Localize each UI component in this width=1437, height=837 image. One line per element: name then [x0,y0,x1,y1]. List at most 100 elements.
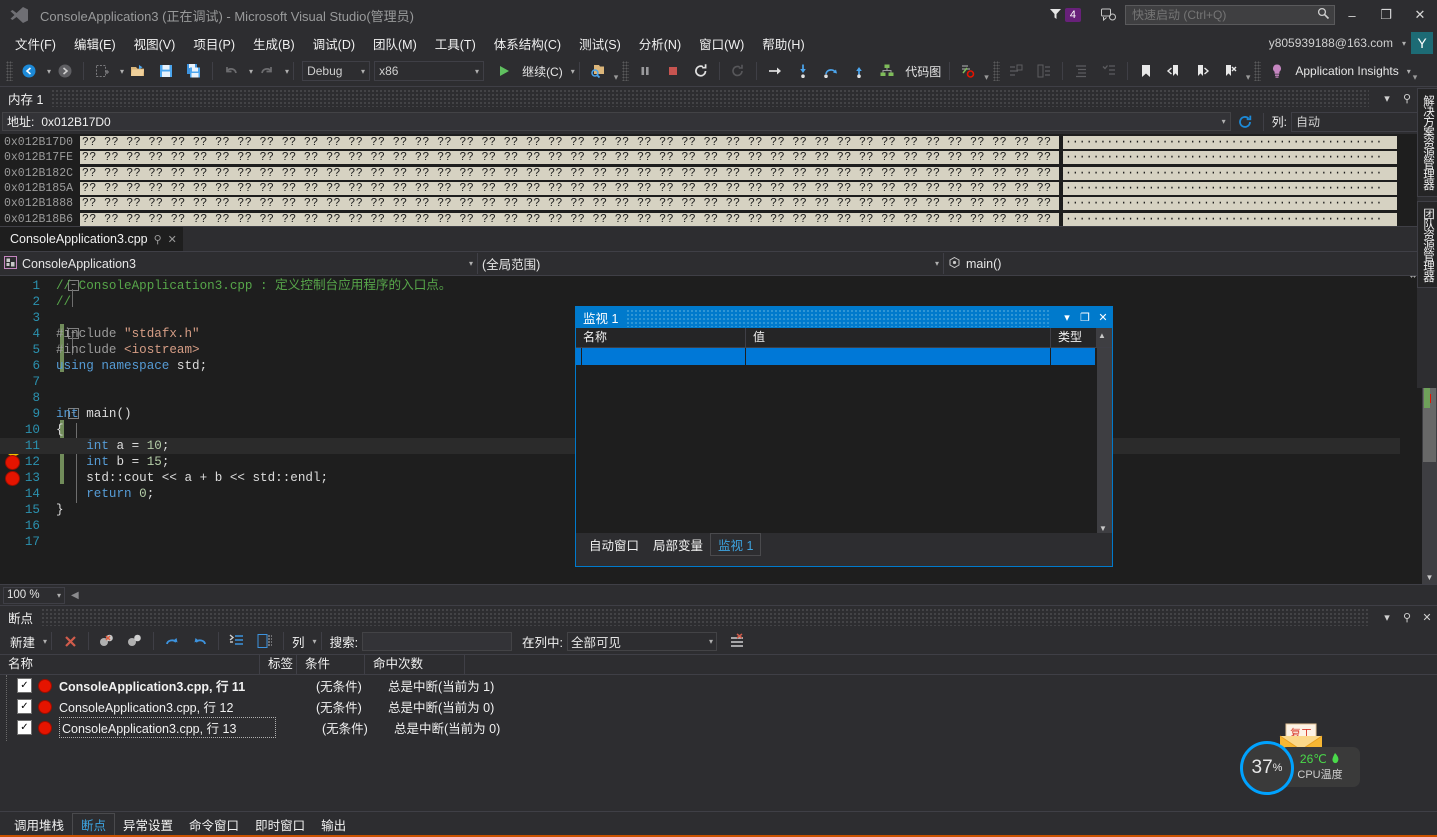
watch-vertical-scrollbar[interactable]: ▼ [1097,348,1112,533]
tab-call-stack[interactable]: 调用堆栈 [6,814,72,835]
breakpoint-search-input[interactable] [363,633,525,649]
memory-row[interactable]: 0x012B185A ?? ?? ?? ?? ?? ?? ?? ?? ?? ?? … [0,181,1422,196]
toolbar-grip-4[interactable] [1254,61,1262,81]
breakpoint-name[interactable]: ConsoleApplication3.cpp, 行 13 [59,717,276,738]
cpu-monitor-widget[interactable]: 复工 26℃ CPU温度 37% [1240,723,1360,795]
navigate-forward-icon[interactable] [51,59,79,83]
stop-icon[interactable] [659,59,687,83]
memory-row[interactable]: 0x012B18B6 ?? ?? ?? ?? ?? ?? ?? ?? ?? ?? … [0,211,1422,226]
toggle-breakpoint-icon[interactable] [954,59,982,83]
cpu-usage-ring[interactable]: 37% [1240,741,1294,795]
breakpoint-search-box[interactable]: ▾ [362,631,532,651]
delete-all-breakpoints-icon[interactable] [93,630,121,652]
breakpoint-header-hitcount[interactable]: 命中次数 [365,655,465,674]
account-group[interactable]: y805939188@163.com ▾ Y [1269,30,1437,56]
memory-grid[interactable]: 0x012B17D0 ?? ?? ?? ?? ?? ?? ?? ?? ?? ?? … [0,134,1437,226]
scroll-up-icon[interactable]: ▲ [1098,331,1106,340]
show-next-statement-icon[interactable] [761,59,789,83]
import-breakpoints-icon[interactable] [186,630,214,652]
tab-immediate-window[interactable]: 即时窗口 [247,814,313,835]
chevron-down-icon[interactable]: ▾ [709,637,713,646]
menu-item-test[interactable]: 测试(S) [570,31,630,56]
tab-breakpoints[interactable]: 断点 [72,813,116,836]
step-over-icon[interactable] [817,59,845,83]
breakpoint-header-condition[interactable]: 条件 [297,655,365,674]
memory-row[interactable]: 0x012B182C ?? ?? ?? ?? ?? ?? ?? ?? ?? ?? … [0,166,1422,181]
memory-address-input[interactable] [39,113,1218,130]
tab-locals[interactable]: 局部变量 [646,534,710,555]
menu-item-architecture[interactable]: 体系结构(C) [485,31,570,56]
clear-bookmarks-icon[interactable] [1216,59,1244,83]
memory-row[interactable]: 0x012B17FE ?? ?? ?? ?? ?? ?? ?? ?? ?? ?? … [0,150,1422,165]
step-out-icon[interactable] [845,59,873,83]
match-criteria-icon[interactable] [723,630,751,652]
chevron-down-icon[interactable]: ▾ [1377,88,1397,108]
code-map-icon[interactable] [873,59,901,83]
lightbulb-icon[interactable] [1263,59,1291,83]
save-all-icon[interactable] [180,59,208,83]
maximize-button[interactable]: ❐ [1369,0,1403,30]
menu-item-build[interactable]: 生成(B) [244,31,304,56]
watch-column-name[interactable]: 名称 [576,328,746,347]
pin-icon[interactable]: ⚲ [1397,607,1417,627]
application-insights-label[interactable]: Application Insights [1291,64,1402,78]
tab-exception-settings[interactable]: 异常设置 [115,814,181,835]
table-row[interactable]: ✓ ConsoleApplication3.cpp, 行 13 (无条件) 总是… [0,717,1437,738]
new-project-icon[interactable] [88,59,116,83]
chevron-down-icon[interactable]: ▾ [1058,307,1076,328]
scroll-down-icon[interactable]: ▼ [1099,524,1107,533]
scroll-down-icon[interactable]: ▼ [1423,573,1436,584]
chevron-down-icon[interactable]: ▾ [475,67,479,76]
account-email[interactable]: y805939188@163.com [1269,36,1393,50]
watch-drag-handle[interactable] [626,308,1050,327]
toolbar-grip-2[interactable] [622,61,630,81]
step-into-icon[interactable] [789,59,817,83]
attach-dropdown[interactable]: ▾ [612,72,621,83]
navbar-member-combo[interactable]: main() ▾ [944,253,1437,274]
breakpoint-columns-button[interactable]: 列 [288,632,309,651]
menu-item-team[interactable]: 团队(M) [364,31,426,56]
breakpoint-name[interactable]: ConsoleApplication3.cpp, 行 11 [59,676,274,695]
refresh-icon[interactable] [1231,110,1259,134]
memory-row[interactable]: 0x012B1888 ?? ?? ?? ?? ?? ?? ?? ?? ?? ?? … [0,196,1422,211]
new-breakpoint-dropdown[interactable]: ▾ [43,637,47,646]
search-icon[interactable] [1317,7,1330,23]
breakpoints-drag-handle[interactable] [41,608,1369,626]
memory-address-box[interactable]: 地址: ▾ [2,112,1231,131]
menu-item-help[interactable]: 帮助(H) [753,31,813,56]
continue-button[interactable]: 继续(C) [518,63,567,80]
breakpoint-condition[interactable]: (无条件) [316,676,388,695]
close-button[interactable]: ✕ [1403,0,1437,30]
table-row[interactable]: ✓ ConsoleApplication3.cpp, 行 11 (无条件) 总是… [0,675,1437,696]
minimize-button[interactable]: – [1335,0,1369,30]
tab-watch-1[interactable]: 监视 1 [710,532,762,556]
quick-launch-input[interactable] [1130,7,1317,23]
bookmark-dropdown[interactable]: ▾ [1244,72,1253,83]
breakpoint-hit-count[interactable]: 总是中断(当前为 0) [388,697,494,716]
table-row[interactable]: ✓ ConsoleApplication3.cpp, 行 12 (无条件) 总是… [0,696,1437,717]
chevron-down-icon[interactable]: ▾ [361,67,365,76]
navigate-back-icon[interactable] [15,59,43,83]
breakpoint-dropdown[interactable]: ▾ [982,72,991,83]
breakpoint-name[interactable]: ConsoleApplication3.cpp, 行 12 [59,697,274,716]
memory-columns-combo[interactable]: 自动 ▾ [1291,111,1431,132]
feedback-smiley-icon[interactable] [1091,0,1125,30]
play-icon[interactable] [490,59,518,83]
new-breakpoint-button[interactable]: 新建 [6,632,39,651]
tab-output[interactable]: 输出 [313,814,354,835]
editor-tab-label[interactable]: ConsoleApplication3.cpp [10,232,148,246]
menu-item-tools[interactable]: 工具(T) [426,31,485,56]
maximize-icon[interactable]: ❐ [1076,307,1094,328]
chevron-down-icon[interactable]: ▾ [57,591,61,600]
toolbar-grip[interactable] [6,61,13,81]
watch-window[interactable]: 监视 1 ▾ ❐ ✕ 名称 值 类型 ▲ ▼ 自动窗口 局部变量 监视 1 [575,306,1113,567]
breakpoint-enabled-checkbox[interactable]: ✓ [17,699,32,714]
menu-item-window[interactable]: 窗口(W) [690,31,753,56]
toolbar-overflow[interactable]: ▾ [1411,72,1420,83]
pin-icon[interactable]: ⚲ [154,233,162,246]
notification-group[interactable]: 4 [1049,7,1081,23]
avatar[interactable]: Y [1411,32,1433,54]
menu-item-debug[interactable]: 调试(D) [304,31,364,56]
memory-row[interactable]: 0x012B17D0 ?? ?? ?? ?? ?? ?? ?? ?? ?? ?? … [0,135,1422,150]
tab-autos[interactable]: 自动窗口 [582,534,646,555]
